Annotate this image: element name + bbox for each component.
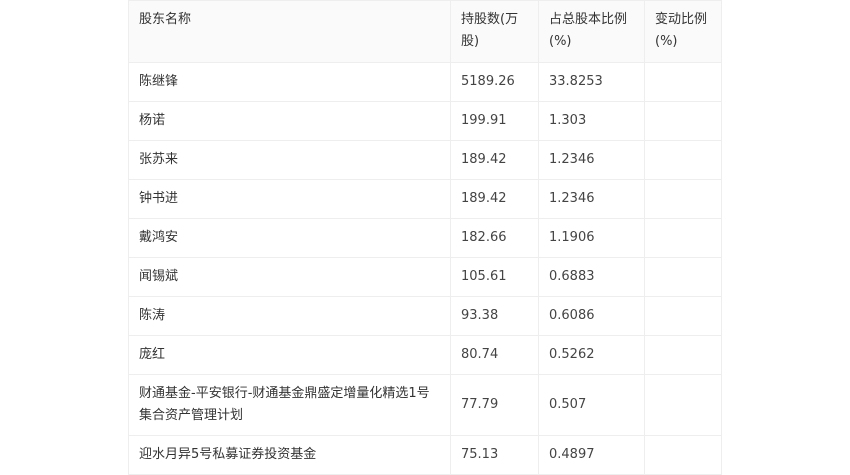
table-row: 张苏来 189.42 1.2346 xyxy=(128,140,722,180)
ratio-cell: 1.303 xyxy=(538,101,645,141)
shares-cell: 5189.26 xyxy=(450,62,539,102)
table-row: 戴鸿安 182.66 1.1906 xyxy=(128,218,722,258)
ratio-cell: 0.6086 xyxy=(538,296,645,336)
shareholder-name-cell: 陈涛 xyxy=(128,296,451,336)
table-row: 财通基金-平安银行-财通基金鼎盛定增量化精选1号集合资产管理计划 77.79 0… xyxy=(128,374,722,436)
change-cell xyxy=(644,257,722,297)
table-row: 钟书进 189.42 1.2346 xyxy=(128,179,722,219)
shares-cell: 77.79 xyxy=(450,374,539,436)
shares-cell: 199.91 xyxy=(450,101,539,141)
shares-cell: 189.42 xyxy=(450,140,539,180)
shareholder-name-cell: 戴鸿安 xyxy=(128,218,451,258)
ratio-cell: 1.1906 xyxy=(538,218,645,258)
shareholder-name-cell: 庞红 xyxy=(128,335,451,375)
table-header-row: 股东名称 持股数(万股) 占总股本比例(%) 变动比例(%) xyxy=(128,0,722,63)
change-cell xyxy=(644,435,722,475)
shares-cell: 105.61 xyxy=(450,257,539,297)
table-row: 闻锡斌 105.61 0.6883 xyxy=(128,257,722,297)
ratio-cell: 1.2346 xyxy=(538,140,645,180)
table-row: 迎水月异5号私募证券投资基金 75.13 0.4897 xyxy=(128,435,722,475)
header-change-ratio: 变动比例(%) xyxy=(644,0,722,63)
shares-cell: 189.42 xyxy=(450,179,539,219)
header-share-ratio: 占总股本比例(%) xyxy=(538,0,645,63)
shares-cell: 182.66 xyxy=(450,218,539,258)
shares-cell: 75.13 xyxy=(450,435,539,475)
ratio-cell: 0.6883 xyxy=(538,257,645,297)
header-shareholder-name: 股东名称 xyxy=(128,0,451,63)
shareholder-name-cell: 钟书进 xyxy=(128,179,451,219)
table-row: 陈继锋 5189.26 33.8253 xyxy=(128,62,722,102)
change-cell xyxy=(644,335,722,375)
ratio-cell: 33.8253 xyxy=(538,62,645,102)
shareholder-name-cell: 闻锡斌 xyxy=(128,257,451,297)
shareholder-name-cell: 杨诺 xyxy=(128,101,451,141)
change-cell xyxy=(644,140,722,180)
ratio-cell: 0.4897 xyxy=(538,435,645,475)
change-cell xyxy=(644,374,722,436)
shareholder-table: 股东名称 持股数(万股) 占总股本比例(%) 变动比例(%) 陈继锋 5189.… xyxy=(128,0,722,475)
ratio-cell: 0.507 xyxy=(538,374,645,436)
ratio-cell: 0.5262 xyxy=(538,335,645,375)
header-shares: 持股数(万股) xyxy=(450,0,539,63)
change-cell xyxy=(644,218,722,258)
change-cell xyxy=(644,62,722,102)
table-row: 庞红 80.74 0.5262 xyxy=(128,335,722,375)
table-row: 杨诺 199.91 1.303 xyxy=(128,101,722,141)
shareholder-name-cell: 财通基金-平安银行-财通基金鼎盛定增量化精选1号集合资产管理计划 xyxy=(128,374,451,436)
shareholder-name-cell: 陈继锋 xyxy=(128,62,451,102)
change-cell xyxy=(644,101,722,141)
shares-cell: 93.38 xyxy=(450,296,539,336)
shareholder-name-cell: 张苏来 xyxy=(128,140,451,180)
ratio-cell: 1.2346 xyxy=(538,179,645,219)
table-row: 陈涛 93.38 0.6086 xyxy=(128,296,722,336)
shareholder-name-cell: 迎水月异5号私募证券投资基金 xyxy=(128,435,451,475)
shares-cell: 80.74 xyxy=(450,335,539,375)
change-cell xyxy=(644,296,722,336)
change-cell xyxy=(644,179,722,219)
